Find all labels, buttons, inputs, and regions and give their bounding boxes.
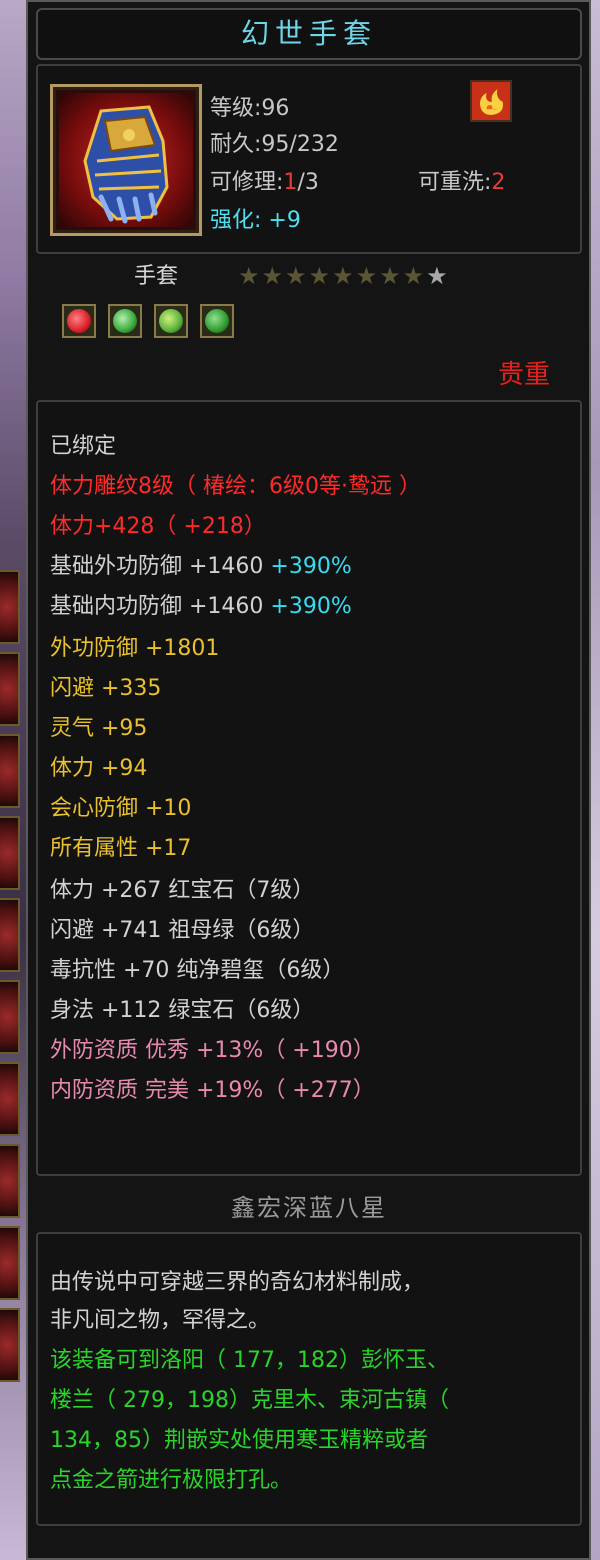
attr-line: 体力 +94 [50,756,148,781]
level-row: 等级:96 [210,96,290,121]
gem-attr-line: 身法 +112 绿宝石（6级） [50,998,315,1023]
gauntlet-icon [83,105,169,224]
hint-line: 该装备可到洛阳（ 177，182）彭怀玉、 [50,1348,449,1373]
bound-status: 已绑定 [50,434,117,459]
jade-icon [159,309,183,333]
side-equipment-slot[interactable] [0,570,20,644]
gem-attr-line: 毒抗性 +70 纯净碧玺（6级） [50,958,345,983]
star-icon: ★ [238,262,262,290]
item-icon-frame [50,84,202,236]
attr-line: 灵气 +95 [50,716,148,741]
hint-line: 点金之箭进行极限打孔。 [50,1468,293,1493]
base-int-def-line: 基础内功防御 +1460 +390% [50,594,352,619]
gem-attr-line: 闪避 +741 祖母绿（6级） [50,918,315,943]
rarity-label: 贵重 [497,360,550,390]
description-panel: 由传说中可穿越三界的奇幻材料制成， 非凡间之物，罕得之。 该装备可到洛阳（ 17… [36,1232,582,1526]
set-name: 鑫宏深蓝八星 [231,1194,387,1222]
item-name: 幻世手套 [36,8,582,60]
star-icon: ★ [308,262,333,290]
attr-line: 会心防御 +10 [50,796,192,821]
emerald-icon [113,309,137,333]
ruby-icon [67,309,91,333]
item-header-panel: 等级:96 耐久:95/232 可修理:1/3 可重洗:2 强化: +9 [36,64,582,254]
star-icon: ★ [402,262,427,290]
gem-slot[interactable] [200,304,234,338]
side-equipment-slot[interactable] [0,652,20,726]
gem-slot[interactable] [108,304,142,338]
gem-slot[interactable] [62,304,96,338]
attr-line: 闪避 +335 [50,676,162,701]
side-equipment-slot[interactable] [0,1226,20,1300]
attr-line: 外功防御 +1801 [50,636,220,661]
gem-attr-line: 体力 +267 红宝石（7级） [50,878,315,903]
star-icon: ★ [285,262,309,290]
green-gem-icon [205,309,229,333]
side-equipment-slot[interactable] [0,1308,20,1382]
star-icon: ★ [426,262,450,290]
repair-row: 可修理:1/3 [210,170,319,195]
quality-line: 内防资质 完美 +19%（ +277） [50,1078,375,1103]
attributes-panel: 已绑定 体力雕纹8级（ 椿绘：6级0等·鸷远 ） 体力+428（ +218） 基… [36,400,582,1176]
side-equipment-slot[interactable] [0,980,20,1054]
base-ext-def-line: 基础外功防御 +1460 +390% [50,554,352,579]
star-icon: ★ [261,262,286,290]
fire-icon [470,80,512,122]
description-line: 由传说中可穿越三界的奇幻材料制成， [50,1270,425,1295]
side-equipment-slot[interactable] [0,898,20,972]
item-tooltip: 幻世手套 等级:96 耐久:95/232 可修理:1/3 可重洗:2 强化: +… [26,0,591,1560]
star-icon: ★ [332,262,356,290]
description-line: 非凡间之物，罕得之。 [50,1308,271,1333]
attr-line: 所有属性 +17 [50,836,192,861]
durability-row: 耐久:95/232 [210,132,339,157]
star-icon: ★ [355,262,380,290]
hint-line: 楼兰（ 279，198）克里木、束河古镇（ [50,1388,449,1413]
item-type-panel: 手套 ★★★★★★★★★ 贵重 [36,258,582,396]
rewash-row: 可重洗:2 [418,170,506,195]
star-rating: ★★★★★★★★★ [238,262,450,290]
hint-line: 134，85）荆嵌实处使用寒玉精粹或者 [50,1428,428,1453]
side-equipment-slot[interactable] [0,734,20,808]
stamina-main-line: 体力+428（ +218） [50,514,266,539]
item-type: 手套 [134,264,179,289]
gem-slot[interactable] [154,304,188,338]
side-equipment-slot[interactable] [0,1062,20,1136]
engrave-line: 体力雕纹8级（ 椿绘：6级0等·鸷远 ） [50,474,421,499]
star-icon: ★ [379,262,403,290]
side-equipment-slot[interactable] [0,816,20,890]
side-equipment-slot[interactable] [0,1144,20,1218]
enhance-row: 强化: +9 [210,208,301,233]
quality-line: 外防资质 优秀 +13%（ +190） [50,1038,375,1063]
